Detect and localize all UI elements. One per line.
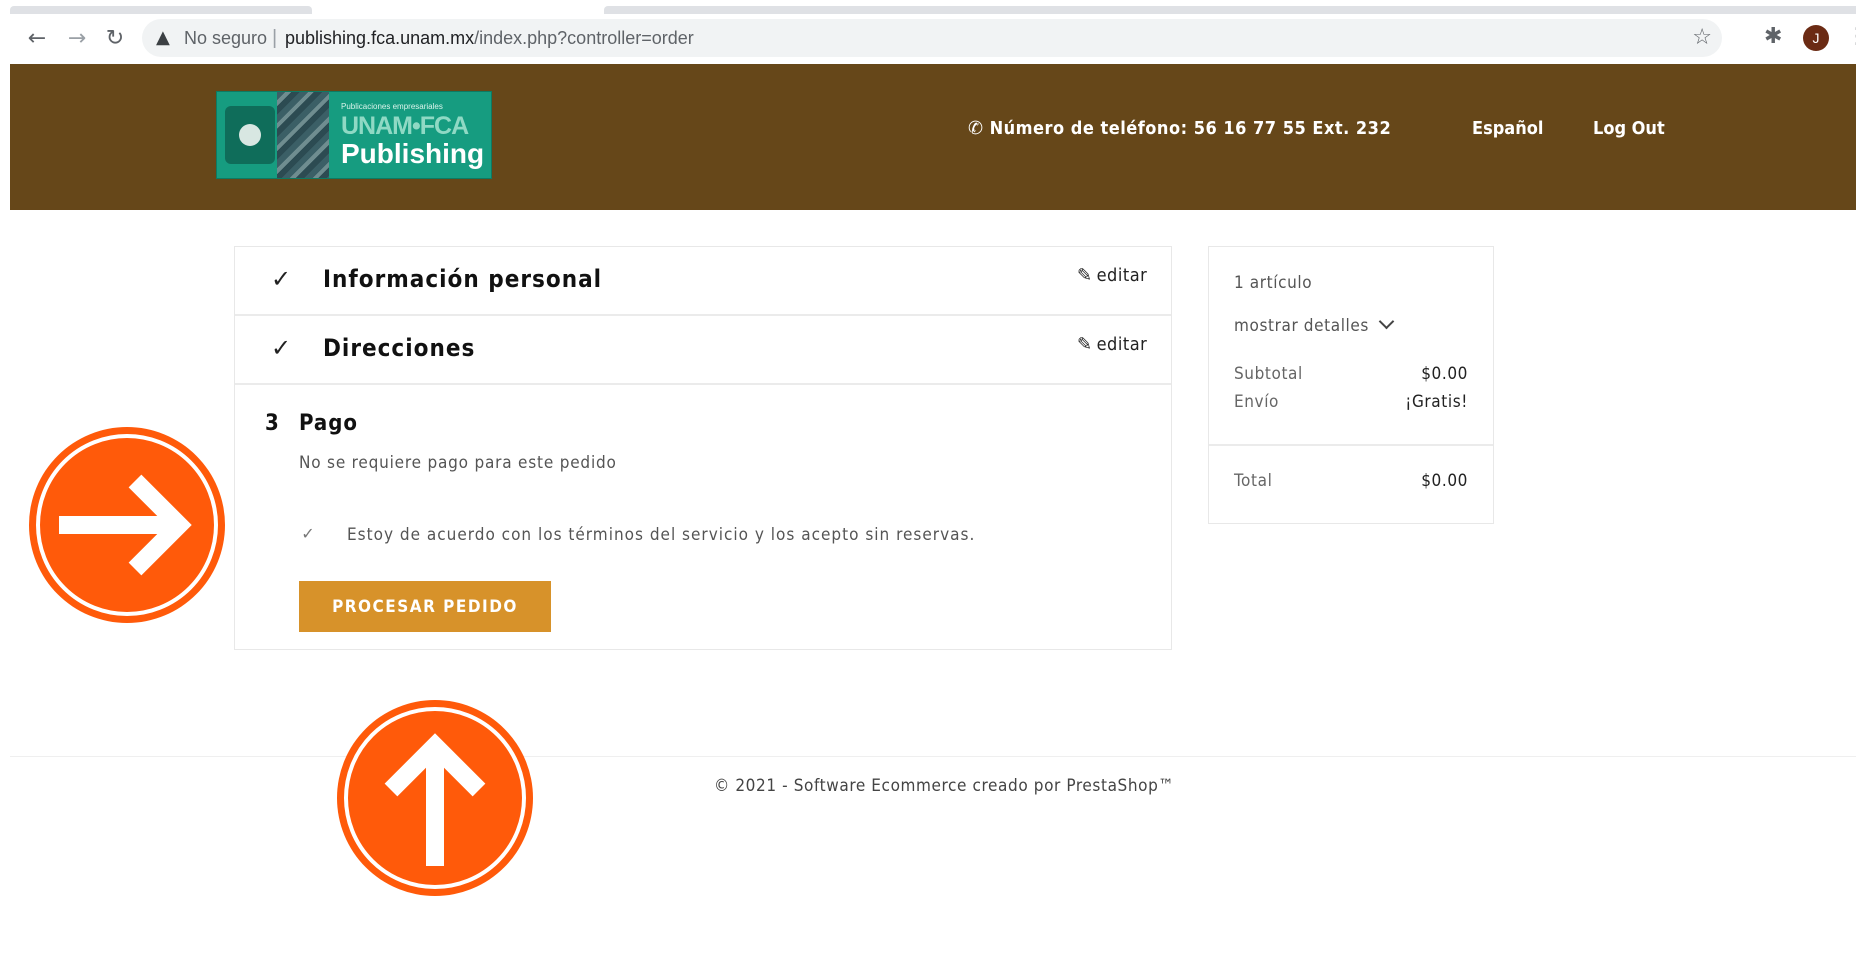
show-details-toggle[interactable]: mostrar detalles: [1234, 313, 1395, 336]
checkout-steps: ✓ Información personal ✎ editar ✓ Direcci…: [234, 246, 1172, 650]
terms-checkbox[interactable]: ✓: [299, 525, 317, 543]
edit-personal-info-link[interactable]: ✎ editar: [1077, 265, 1147, 286]
address-separator: |: [272, 27, 278, 49]
browser-toolbar: ← → ↻ ▲ No seguro | publishing.fca.unam.…: [0, 14, 1856, 64]
phone-text: Número de teléfono: 56 16 77 55 Ext. 232: [989, 118, 1392, 139]
site-logo[interactable]: Publicaciones empresariales UNAM•FCA Pub…: [216, 91, 492, 179]
process-order-button[interactable]: PROCESAR PEDIDO: [299, 581, 551, 632]
subtotal-value: $0.00: [1421, 364, 1468, 384]
step-title: Direcciones: [323, 334, 476, 362]
unam-crest-icon: [225, 106, 275, 164]
url-text[interactable]: publishing.fca.unam.mx/index.php?control…: [285, 28, 694, 49]
edit-label: editar: [1096, 265, 1148, 286]
site-header: Publicaciones empresariales UNAM•FCA Pub…: [10, 64, 1856, 210]
cart-summary: 1 artículo mostrar detalles Subtotal $0.…: [1208, 246, 1494, 524]
profile-avatar[interactable]: J: [1803, 25, 1829, 51]
security-label[interactable]: No seguro: [184, 28, 267, 49]
step-addresses[interactable]: ✓ Direcciones ✎ editar: [235, 316, 1171, 385]
arrow-up-icon: [337, 700, 533, 896]
summary-divider: [1209, 444, 1493, 446]
checkmark-icon: ✓: [271, 334, 292, 362]
chevron-down-icon: [1378, 313, 1395, 330]
shipping-label: Envío: [1234, 392, 1280, 412]
warning-icon[interactable]: ▲: [156, 27, 170, 48]
items-count: 1 artículo: [1234, 273, 1313, 293]
checkmark-icon: ✓: [271, 265, 292, 293]
browser-tabstrip: [0, 0, 1856, 14]
reload-icon[interactable]: ↻: [100, 24, 130, 54]
arrow-right-icon: [29, 427, 225, 623]
total-value: $0.00: [1421, 471, 1468, 491]
logout-link[interactable]: Log Out: [1593, 118, 1665, 139]
bookmark-star-icon[interactable]: ☆: [1692, 25, 1712, 50]
pencil-icon: ✎: [1077, 334, 1093, 355]
footer-divider: [10, 756, 1856, 757]
logo-line2: Publishing: [341, 138, 485, 169]
step-personal-info[interactable]: ✓ Información personal ✎ editar: [235, 247, 1171, 316]
subtotal-label: Subtotal: [1234, 364, 1303, 384]
step-title: Pago: [299, 411, 359, 436]
logo-artwork: [277, 92, 329, 178]
payment-description: No se requiere pago para este pedido: [299, 453, 617, 473]
details-label: mostrar detalles: [1234, 316, 1369, 336]
logo-tagline: Publicaciones empresariales: [341, 102, 443, 111]
address-bar[interactable]: ▲ No seguro | publishing.fca.unam.mx/ind…: [142, 19, 1722, 57]
header-phone: ✆ Número de teléfono: 56 16 77 55 Ext. 23…: [968, 118, 1391, 139]
terms-label[interactable]: Estoy de acuerdo con los términos del se…: [347, 525, 975, 545]
step-title: Información personal: [323, 265, 603, 293]
step-number: 3: [265, 411, 279, 436]
step-payment: 3 Pago No se requiere pago para este ped…: [235, 383, 1171, 649]
language-selector[interactable]: Español: [1472, 118, 1543, 139]
forward-arrow-icon[interactable]: →: [62, 24, 92, 54]
url-path: /index.php?controller=order: [474, 28, 694, 48]
shipping-value: ¡Gratis!: [1405, 392, 1468, 412]
back-arrow-icon[interactable]: ←: [22, 24, 52, 54]
browser-menu-icon[interactable]: ⋮: [1846, 24, 1856, 49]
url-host: publishing.fca.unam.mx: [285, 28, 475, 48]
edit-addresses-link[interactable]: ✎ editar: [1077, 334, 1147, 355]
extensions-puzzle-icon[interactable]: ✱: [1764, 24, 1782, 49]
phone-icon: ✆: [968, 118, 984, 139]
logo-line1: UNAM•FCA: [341, 112, 469, 140]
edit-label: editar: [1096, 334, 1148, 355]
browser-tab[interactable]: [10, 6, 312, 14]
total-label: Total: [1234, 471, 1273, 491]
footer-copyright: © 2021 - Software Ecommerce creado por P…: [714, 776, 1175, 796]
pencil-icon: ✎: [1077, 265, 1093, 286]
browser-tab[interactable]: [604, 6, 1856, 14]
